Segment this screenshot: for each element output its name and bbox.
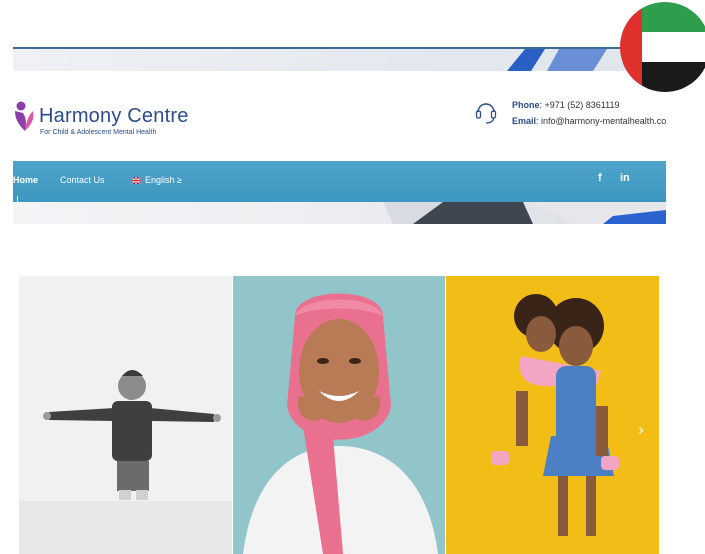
uk-flag-icon — [131, 176, 141, 184]
hero-banner-bottom — [13, 202, 666, 224]
email-line[interactable]: Email: info@harmony-mentalhealth.co — [512, 113, 666, 129]
phone-label: Phone — [512, 100, 540, 110]
linkedin-icon[interactable]: in — [620, 172, 630, 184]
nav-item-contact[interactable]: Contact Us — [60, 175, 105, 185]
phone-line[interactable]: Phone: +971 (52) 8361119 — [512, 97, 666, 113]
main-nav: Home Contact Us English ≥ f in — [13, 161, 666, 202]
email-label: Email — [512, 116, 537, 126]
nav-item-home[interactable]: Home — [13, 175, 38, 185]
headset-icon — [475, 103, 497, 124]
gallery-image-girls — [446, 276, 659, 554]
gallery-next-arrow[interactable]: › — [638, 420, 644, 439]
contact-info: Phone: +971 (52) 8361119 Email: info@har… — [512, 97, 666, 129]
language-selector[interactable]: English ≥ — [131, 175, 182, 185]
hero-image-fragment-lower — [383, 202, 666, 224]
phone-value: : +971 (52) 8361119 — [539, 100, 620, 110]
brand-subtitle: For Child & Adolescent Mental Health — [40, 129, 157, 136]
uae-flag-icon[interactable] — [620, 2, 705, 92]
email-value: : info@harmony-mentalhealth.co — [536, 116, 667, 126]
harmony-logo-icon[interactable] — [13, 97, 39, 133]
brand-name[interactable]: Harmony Centre — [39, 105, 189, 128]
site-header: Harmony Centre For Child & Adolescent Me… — [13, 71, 666, 161]
gallery-image-woman — [233, 276, 445, 554]
language-label: English ≥ — [145, 175, 182, 185]
hero-banner-top — [13, 49, 666, 71]
hero-image-fragment — [507, 49, 607, 71]
gallery-image-boy — [19, 276, 232, 554]
image-gallery — [19, 276, 659, 554]
facebook-icon[interactable]: f — [598, 172, 602, 184]
